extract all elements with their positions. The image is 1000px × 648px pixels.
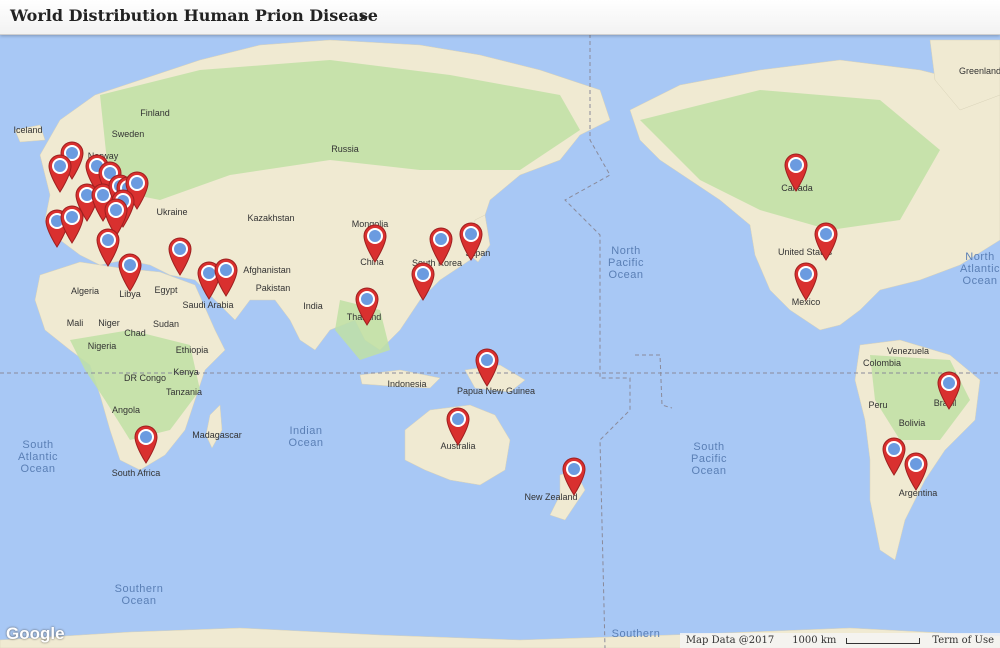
label-indonesia: Indonesia <box>387 379 427 389</box>
map-title: World Distribution Human Prion Disease <box>10 6 378 25</box>
label-dr-congo: DR Congo <box>123 373 167 383</box>
label-greenland: Greenland <box>958 66 1000 76</box>
label-pakistan: Pakistan <box>255 283 291 293</box>
label-ukraine: Ukraine <box>156 207 188 217</box>
label-mali: Mali <box>66 318 84 328</box>
label-russia: Russia <box>331 144 359 154</box>
location-pin-icon[interactable] <box>793 261 819 301</box>
location-pin-icon[interactable] <box>59 204 85 244</box>
location-pin-icon[interactable] <box>117 252 143 292</box>
location-pin-icon[interactable] <box>445 406 471 446</box>
location-pin-icon[interactable] <box>428 226 454 266</box>
title-bar: World Distribution Human Prion Disease ➤ <box>0 0 1000 35</box>
label-southern-ocean-2: Southern <box>611 628 661 640</box>
label-colombia: Colombia <box>862 358 902 368</box>
label-venezuela: Venezuela <box>886 346 930 356</box>
label-afghanistan: Afghanistan <box>243 265 291 275</box>
location-pin-icon[interactable] <box>410 261 436 301</box>
label-papua-new-guinea: Papua New Guinea <box>456 386 536 396</box>
label-madagascar: Madagascar <box>192 430 242 440</box>
scale-text: 1000 km <box>792 635 837 646</box>
location-pin-icon[interactable] <box>474 347 500 387</box>
google-logo: Google <box>6 624 65 643</box>
label-sweden: Sweden <box>111 129 145 139</box>
location-pin-icon[interactable] <box>936 370 962 410</box>
terms-link[interactable]: Term of Use <box>926 635 1000 646</box>
label-algeria: Algeria <box>70 286 100 296</box>
expand-arrow-icon[interactable]: ➤ <box>358 9 369 25</box>
label-bolivia: Bolivia <box>898 418 926 428</box>
label-tanzania: Tanzania <box>165 387 203 397</box>
location-pin-icon[interactable] <box>458 221 484 261</box>
label-north-atlantic: North Atlantic Ocean <box>959 251 1000 287</box>
scale-bar <box>846 637 921 644</box>
label-indian-ocean: Indian Ocean <box>288 425 324 449</box>
label-kazakhstan: Kazakhstan <box>247 213 295 223</box>
label-angola: Angola <box>111 405 141 415</box>
location-pin-icon[interactable] <box>133 424 159 464</box>
location-pin-icon[interactable] <box>783 152 809 192</box>
label-chad: Chad <box>124 328 146 338</box>
label-southern-ocean: Southern Ocean <box>114 583 164 607</box>
label-north-pacific: North Pacific Ocean <box>608 245 644 281</box>
label-niger: Niger <box>98 318 120 328</box>
label-finland: Finland <box>140 108 170 118</box>
label-south-atlantic: South Atlantic Ocean <box>17 439 59 475</box>
scale-label: 1000 km <box>780 635 926 646</box>
map-attribution: Map Data @2017 1000 km Term of Use <box>679 633 1000 648</box>
label-ethiopia: Ethiopia <box>175 345 209 355</box>
location-pin-icon[interactable] <box>561 456 587 496</box>
location-pin-icon[interactable] <box>813 221 839 261</box>
location-pin-icon[interactable] <box>167 236 193 276</box>
location-pin-icon[interactable] <box>903 451 929 491</box>
location-pin-icon[interactable] <box>362 223 388 263</box>
location-pin-icon[interactable] <box>354 286 380 326</box>
map-data-text[interactable]: Map Data @2017 <box>680 635 780 646</box>
label-india: India <box>303 301 323 311</box>
label-south-africa: South Africa <box>111 468 161 478</box>
label-kenya: Kenya <box>173 367 199 377</box>
location-pin-icon[interactable] <box>213 257 239 297</box>
map-canvas[interactable] <box>0 34 1000 648</box>
label-sudan: Sudan <box>152 319 180 329</box>
label-nigeria: Nigeria <box>87 341 117 351</box>
label-iceland: Iceland <box>13 125 43 135</box>
label-south-pacific: South Pacific Ocean <box>691 441 727 477</box>
label-peru: Peru <box>868 400 888 410</box>
label-saudi-arabia: Saudi Arabia <box>182 300 234 310</box>
label-egypt: Egypt <box>154 285 178 295</box>
location-pin-icon[interactable] <box>47 153 73 193</box>
